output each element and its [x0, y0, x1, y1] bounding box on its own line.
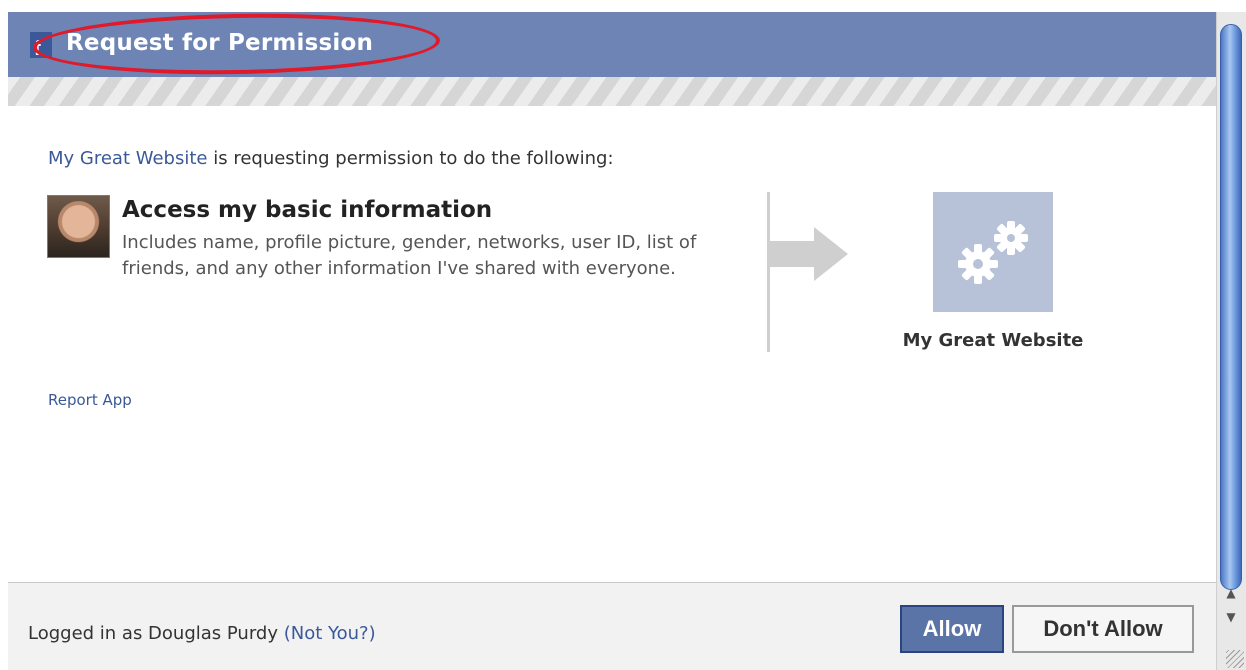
vertical-scrollbar[interactable]: ▲ ▼ — [1216, 12, 1246, 670]
logged-in-text: Logged in as Douglas Purdy — [28, 623, 284, 644]
report-app-link[interactable]: Report App — [48, 391, 132, 409]
logged-in-status: Logged in as Douglas Purdy (Not You?) — [28, 623, 376, 644]
loading-stripe-band — [8, 77, 1216, 106]
intro-text: is requesting permission to do the follo… — [207, 148, 614, 169]
profile-picture — [47, 195, 110, 258]
permission-description: Includes name, profile picture, gender, … — [122, 232, 697, 279]
dialog-footer: Logged in as Douglas Purdy (Not You?) Al… — [8, 582, 1216, 670]
allow-button[interactable]: Allow — [900, 605, 1004, 653]
annotation-circle — [32, 12, 441, 78]
scroll-down-arrow-icon[interactable]: ▼ — [1217, 608, 1245, 626]
not-you-link[interactable]: (Not You?) — [284, 623, 376, 644]
scroll-up-arrow-icon[interactable]: ▲ — [1217, 584, 1245, 602]
permission-title: Access my basic information — [122, 197, 493, 223]
arrow-right-icon — [770, 227, 848, 281]
scrollbar-thumb[interactable] — [1220, 24, 1242, 590]
dont-allow-button[interactable]: Don't Allow — [1012, 605, 1194, 653]
permission-intro: My Great Website is requesting permissio… — [48, 148, 614, 169]
app-name: My Great Website — [902, 330, 1084, 351]
permission-dialog: f Request for Permission My Great Websit… — [8, 12, 1216, 670]
site-name-link[interactable]: My Great Website — [48, 148, 208, 169]
gears-icon — [933, 192, 1053, 312]
dialog-title-bar: f Request for Permission — [8, 12, 1216, 78]
resize-grip-icon[interactable] — [1226, 650, 1244, 668]
